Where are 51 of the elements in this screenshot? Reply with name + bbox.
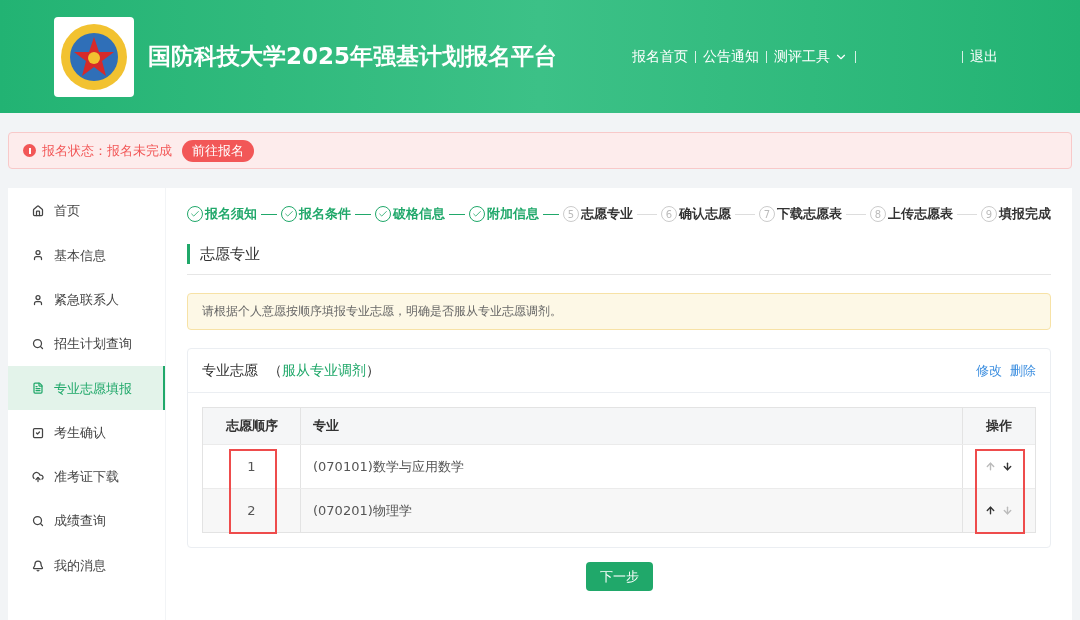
move-down-icon[interactable] — [1002, 460, 1013, 472]
notice-box: 请根据个人意愿按顺序填报专业志愿，明确是否服从专业志愿调剂。 — [187, 292, 1051, 330]
site-title: 国防科技大学2025年强基计划报名平台 — [148, 42, 557, 72]
step-item: 附加信息 — [469, 205, 539, 224]
cloud-icon — [32, 470, 44, 483]
card-action-link[interactable]: 修改 — [976, 360, 1002, 380]
search-icon — [32, 515, 44, 528]
table-cell: 1 — [203, 444, 301, 488]
nav-link[interactable]: 公告通知 — [703, 46, 759, 67]
step-item: 报名条件 — [281, 205, 351, 224]
column-header: 专业 — [301, 407, 963, 444]
search-icon — [32, 338, 44, 351]
step-item: 8 上传志愿表 — [870, 205, 953, 224]
sidebar-item[interactable]: 首页 — [8, 189, 165, 234]
step-item: 5 志愿专业 — [563, 205, 633, 224]
alert-text: 报名状态：报名未完成 — [42, 141, 172, 160]
user-icon — [32, 249, 44, 262]
sidebar-item[interactable]: 准考证下载 — [8, 454, 165, 500]
nav-link[interactable]: 报名首页 — [632, 46, 688, 67]
home-icon — [32, 205, 44, 218]
step-item: 9 填报完成 — [981, 205, 1051, 224]
user-icon — [32, 293, 44, 306]
column-header: 操作 — [985, 417, 1013, 435]
nav-link[interactable]: 退出 — [970, 46, 998, 67]
sidebar-item[interactable]: 专业志愿填报 — [8, 366, 165, 411]
sidebar-item[interactable]: 紧急联系人 — [8, 277, 165, 322]
step-item: 7 下载志愿表 — [759, 205, 842, 224]
nav-dropdown[interactable]: 测评工具 — [774, 46, 848, 67]
next-step-button[interactable]: 下一步 — [585, 561, 653, 591]
card-title: 专业志愿 — [202, 360, 258, 380]
column-header: 志愿顺序 — [203, 407, 301, 444]
bell-icon — [32, 559, 44, 572]
table-cell: 2 — [203, 488, 301, 532]
checkbox-icon — [32, 426, 44, 439]
move-up-icon[interactable] — [985, 504, 996, 516]
adjust-status: （服从专业调剂） — [268, 360, 380, 380]
document-icon — [32, 382, 44, 395]
step-item: 破格信息 — [375, 205, 445, 224]
card-action-link[interactable]: 删除 — [1010, 360, 1036, 380]
register-button[interactable]: 前往报名 — [182, 139, 254, 162]
sidebar-item[interactable]: 招生计划查询 — [8, 321, 165, 367]
step-item: 6 确认志愿 — [661, 205, 731, 224]
section-title: 志愿专业 — [187, 243, 1051, 264]
alert-icon — [23, 144, 36, 157]
table-cell: (070201)物理学 — [301, 488, 963, 532]
table-cell: (070101)数学与应用数学 — [301, 444, 963, 488]
step-item: 报名须知 — [187, 205, 257, 224]
sidebar-item[interactable]: 考生确认 — [8, 410, 165, 455]
sidebar-item[interactable]: 成绩查询 — [8, 499, 165, 544]
sidebar-item[interactable]: 基本信息 — [8, 233, 165, 278]
sidebar-item[interactable]: 我的消息 — [8, 543, 165, 588]
